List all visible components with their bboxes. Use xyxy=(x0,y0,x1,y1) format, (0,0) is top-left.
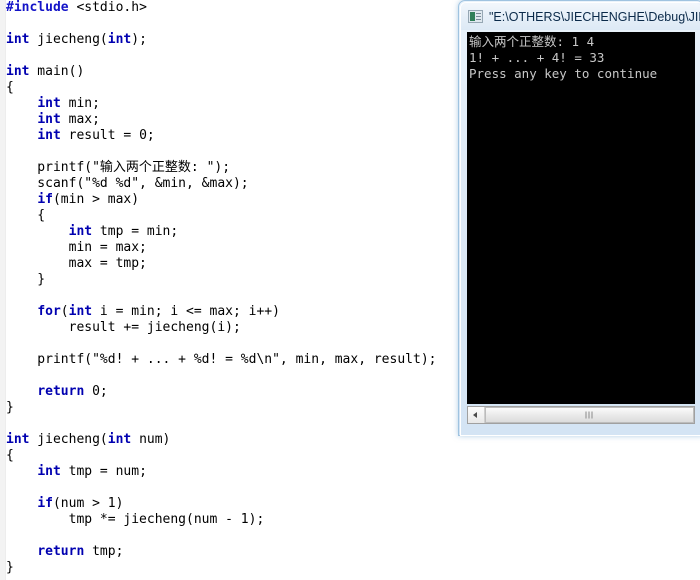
code-line: tmp *= jiecheng(num - 1); xyxy=(6,512,265,527)
console-title-text: "E:\OTHERS\JIECHENGHE\Debug\JIEC xyxy=(489,9,700,24)
console-titlebar[interactable]: "E:\OTHERS\JIECHENGHE\Debug\JIEC xyxy=(461,3,700,30)
scroll-left-arrow-icon[interactable] xyxy=(468,407,485,423)
scrollbar-grip-icon xyxy=(585,411,594,419)
console-horizontal-scrollbar[interactable] xyxy=(467,406,695,424)
console-output-line: 输入两个正整数: 1 4 xyxy=(469,34,595,49)
scrollbar-track[interactable] xyxy=(485,407,694,423)
console-output-line: Press any key to continue xyxy=(469,66,658,81)
console-screen[interactable]: 输入两个正整数: 1 4 1! + ... + 4! = 33 Press any … xyxy=(467,32,695,404)
console-output-text: 输入两个正整数: 1 4 1! + ... + 4! = 33 Press any … xyxy=(467,32,695,82)
scrollbar-thumb[interactable] xyxy=(485,407,694,423)
console-output-line: 1! + ... + 4! = 33 xyxy=(469,50,605,65)
code-line: } xyxy=(6,560,14,575)
code-line: if(num > 1) xyxy=(37,496,124,511)
console-app-icon xyxy=(468,10,483,23)
code-line: return tmp; xyxy=(37,544,124,559)
console-window[interactable]: "E:\OTHERS\JIECHENGHE\Debug\JIEC 输入两个正整数… xyxy=(458,0,700,436)
code-line: int tmp = num; xyxy=(37,464,147,479)
code-line: { xyxy=(6,448,14,463)
